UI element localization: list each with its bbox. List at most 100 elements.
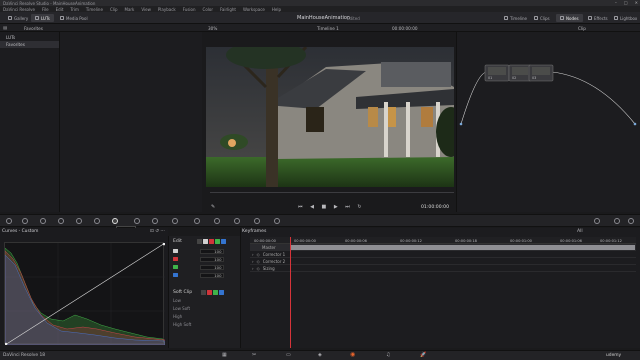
curves-options-icon[interactable]: ⊡ ↺ ⋯ — [150, 229, 165, 234]
menu-item[interactable]: Fairlight — [220, 7, 236, 12]
key-icon[interactable] — [254, 218, 260, 224]
menu-item[interactable]: View — [141, 7, 151, 12]
luma-intensity[interactable]: 100 — [199, 248, 224, 254]
clips-button[interactable]: Clips — [530, 14, 554, 22]
house-image — [206, 47, 454, 187]
blue-toggle[interactable] — [221, 239, 226, 244]
blue-intensity[interactable]: 100 — [199, 272, 224, 278]
qualifier-icon[interactable] — [152, 218, 158, 224]
lightbox-button[interactable]: Lightbox — [610, 14, 640, 22]
keyframe-icon[interactable]: ◇ — [257, 252, 260, 257]
tree-item-luts[interactable]: LUTs — [0, 34, 59, 41]
channel-row-green: 100 — [173, 264, 237, 270]
color-match-icon[interactable] — [22, 218, 28, 224]
scrub-bar[interactable] — [210, 192, 454, 193]
fairlight-page-icon[interactable]: ♫ — [386, 352, 390, 358]
minimize-icon[interactable]: – — [615, 0, 617, 5]
pen-icon[interactable]: ✎ — [211, 204, 215, 210]
menu-item[interactable]: Edit — [56, 7, 64, 12]
edit-page-icon[interactable]: ▭ — [286, 352, 291, 358]
maximize-icon[interactable]: □ — [624, 0, 628, 5]
menu-item[interactable]: Color — [203, 7, 213, 12]
menu-item[interactable]: Timeline — [86, 7, 103, 12]
menu-item[interactable]: Mark — [125, 7, 135, 12]
menu-item[interactable]: File — [42, 7, 49, 12]
motion-effects-icon[interactable] — [76, 218, 82, 224]
luts-label: LUTs — [41, 15, 50, 21]
soft-clip-blue[interactable] — [219, 290, 224, 295]
color-wheels-icon[interactable] — [40, 218, 46, 224]
expand-icon[interactable]: › — [252, 266, 254, 271]
viewer-image[interactable] — [206, 47, 454, 187]
fusion-page-icon[interactable]: ◈ — [318, 352, 322, 358]
keyframe-icon[interactable]: ◇ — [257, 266, 260, 271]
rgb-mixer-icon[interactable] — [58, 218, 64, 224]
camera-raw-icon[interactable] — [6, 218, 12, 224]
track-sizing[interactable]: › ◇ Sizing — [250, 265, 636, 272]
soft-clip-red[interactable] — [207, 290, 212, 295]
track-corrector-1[interactable]: › ◇ Corrector 1 — [250, 251, 636, 258]
timeline-button[interactable]: Timeline — [500, 14, 531, 22]
sizing-icon[interactable] — [274, 218, 280, 224]
link-icon[interactable] — [197, 239, 202, 244]
info-icon[interactable] — [628, 218, 634, 224]
menu-item[interactable]: Trim — [70, 7, 79, 12]
deliver-page-icon[interactable]: 🚀 — [420, 352, 426, 358]
luma-toggle[interactable] — [203, 239, 208, 244]
master-track-bar — [290, 245, 635, 250]
menu-item[interactable]: Workspace — [243, 7, 265, 12]
color-page-icon[interactable]: ◉ — [350, 351, 355, 358]
low-label: Low — [173, 298, 181, 303]
keyframes-toggle-icon[interactable] — [594, 218, 600, 224]
soft-clip-label: Soft Clip — [173, 290, 193, 295]
soft-clip-link-icon[interactable] — [201, 290, 206, 295]
hdr-icon[interactable] — [94, 218, 100, 224]
expand-icon[interactable]: › — [252, 252, 254, 257]
window-icon[interactable] — [172, 218, 178, 224]
lightbox-icon — [614, 16, 618, 20]
curves-icon[interactable] — [112, 218, 118, 224]
ruler-tick: 00:00:01:12 — [600, 238, 622, 243]
green-chip — [173, 264, 178, 270]
menu-item[interactable]: Clip — [110, 7, 118, 12]
nodes-button[interactable]: Nodes — [556, 14, 583, 22]
tracker-icon[interactable] — [194, 218, 200, 224]
media-page-icon[interactable]: ▦ — [222, 352, 227, 358]
soft-clip-green[interactable] — [213, 290, 218, 295]
panel-toggle-icon[interactable]: ▤ — [3, 25, 7, 30]
transport-controls[interactable]: ⏮ ◀ ■ ▶ ⏭ ↻ — [298, 204, 365, 210]
red-intensity[interactable]: 100 — [199, 256, 224, 262]
expand-icon[interactable]: › — [252, 259, 254, 264]
track-master[interactable]: Master — [250, 244, 636, 251]
luts-icon — [35, 16, 39, 20]
track-corrector-2[interactable]: › ◇ Corrector 2 — [250, 258, 636, 265]
clip-mode-selector[interactable]: Clip — [578, 26, 586, 31]
timeline-selector[interactable]: Timeline 1 — [317, 26, 339, 31]
close-icon[interactable]: ✕ — [635, 0, 638, 5]
keyframe-icon[interactable]: ◇ — [257, 259, 260, 264]
color-warper-icon[interactable] — [134, 218, 140, 224]
magic-mask-icon[interactable] — [214, 218, 220, 224]
tree-item-favorites[interactable]: Favorites — [0, 41, 59, 48]
curves-graph[interactable] — [4, 242, 166, 346]
keyframes-playhead[interactable] — [290, 237, 291, 348]
cut-page-icon[interactable]: ✂ — [252, 352, 256, 358]
green-toggle[interactable] — [215, 239, 220, 244]
keyframes-ruler[interactable]: 00:00:00:00 00:00:00:00 00:00:00:06 00:0… — [250, 237, 636, 244]
viewer-zoom[interactable]: 30% — [208, 26, 217, 31]
blur-icon[interactable] — [234, 218, 240, 224]
menu-item[interactable]: Playback — [158, 7, 176, 12]
gallery-button[interactable]: Gallery — [4, 14, 32, 22]
media-pool-button[interactable]: Media Pool — [56, 14, 92, 22]
scopes-toggle-icon[interactable] — [614, 218, 620, 224]
red-toggle[interactable] — [209, 239, 214, 244]
menu-item[interactable]: Fusion — [183, 7, 196, 12]
effects-button[interactable]: Effects — [584, 14, 612, 22]
menu-item[interactable]: DaVinci Resolve — [3, 7, 35, 12]
ruler-tick: 00:00:01:00 — [510, 238, 532, 243]
node-editor[interactable]: 01 02 03 — [456, 32, 640, 212]
luts-button[interactable]: LUTs — [31, 14, 54, 22]
green-intensity[interactable]: 100 — [199, 264, 224, 270]
menu-item[interactable]: Help — [272, 7, 281, 12]
keyframes-filter[interactable]: All — [577, 229, 583, 234]
